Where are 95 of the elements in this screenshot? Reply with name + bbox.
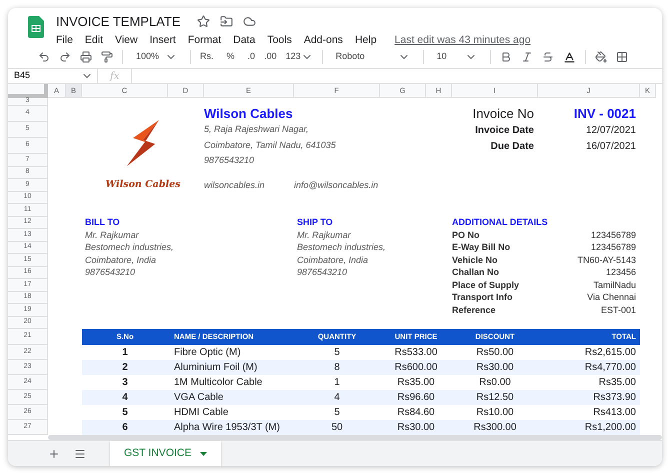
invoice-number: INV - 0021: [574, 105, 637, 124]
table-cell: 2: [82, 360, 168, 375]
invoice-field-label: Due Date: [490, 140, 535, 154]
invoice-number-label: Invoice No: [472, 105, 535, 124]
company-name: Wilson Cables: [204, 105, 294, 124]
all-sheets-icon[interactable]: [74, 448, 86, 460]
detail-label: Challan No: [452, 266, 500, 279]
company-phone: 9876543210: [204, 154, 256, 166]
fill-color-icon[interactable]: [594, 51, 607, 63]
table-cell: Rs30.00: [452, 360, 538, 375]
table-cell: 50: [294, 420, 380, 435]
ship-to-heading: SHIP TO: [296, 216, 334, 229]
detail-label: Place of Supply: [452, 278, 520, 292]
menu-item[interactable]: Data: [233, 32, 256, 48]
company-email: info@wilsoncables.in: [294, 178, 380, 192]
detail-label: E-Way Bill No: [452, 241, 512, 254]
menu-item[interactable]: File: [56, 32, 73, 48]
table-cell: Rs12.50: [452, 390, 538, 405]
currency-button[interactable]: Rs.: [200, 50, 214, 64]
table-cell: Alpha Wire 1953/3T (M): [168, 420, 294, 435]
table-cell: 8: [294, 360, 380, 375]
table-cell: 6: [82, 420, 168, 435]
bill-to-line: Coimbatore, India: [84, 254, 158, 266]
font-dropdown[interactable]: Roboto: [332, 50, 414, 64]
detail-label: PO No: [452, 228, 481, 242]
menu-item[interactable]: View: [115, 32, 138, 48]
company-address: Coimbatore, Tamil Nadu, 641035: [204, 139, 337, 152]
detail-value: 123456789: [590, 241, 637, 254]
menu-item[interactable]: Edit: [84, 32, 104, 48]
company-website: wilsoncables.in: [204, 178, 266, 192]
decrease-decimal-button[interactable]: .0: [248, 50, 256, 64]
print-icon[interactable]: [80, 51, 92, 63]
percent-button[interactable]: %: [222, 50, 239, 64]
ship-to-line: 9876543210: [296, 266, 348, 279]
table-cell: Aluminium Foil (M): [168, 360, 294, 375]
font-size-dropdown[interactable]: 10: [432, 50, 481, 64]
menu-item[interactable]: Insert: [150, 32, 176, 48]
bill-to-line: 9876543210: [84, 266, 136, 279]
name-box[interactable]: B45: [8, 69, 98, 83]
sheets-logo-icon[interactable]: [28, 16, 44, 38]
bill-to-line: Bestomech industries,: [84, 241, 175, 254]
additional-details-heading: ADDITIONAL DETAILS: [452, 216, 549, 229]
cloud-icon[interactable]: [242, 15, 256, 28]
document-title[interactable]: INVOICE TEMPLATE: [56, 12, 180, 32]
detail-value: TamilNadu: [593, 278, 637, 292]
star-icon[interactable]: [196, 15, 210, 28]
increase-decimal-button[interactable]: .00: [264, 50, 277, 64]
zoom-dropdown[interactable]: 100%: [132, 50, 182, 64]
detail-value: TN60-AY-5143: [577, 254, 637, 266]
italic-icon[interactable]: [520, 51, 533, 63]
bold-icon[interactable]: [500, 51, 512, 63]
caret-icon: [200, 452, 206, 456]
menu-item[interactable]: Format: [188, 32, 222, 48]
table-cell: VGA Cable: [168, 390, 294, 405]
folder-icon[interactable]: [220, 15, 232, 28]
bill-to-heading: BILL TO: [84, 216, 121, 229]
detail-value: Via Chennai: [587, 291, 637, 304]
menu-item[interactable]: Tools: [267, 32, 292, 48]
ship-to-line: Mr. Rajkumar: [296, 228, 352, 242]
last-edit-link[interactable]: Last edit was 43 minutes ago: [394, 32, 531, 48]
ship-to-line: Bestomech industries,: [296, 241, 387, 254]
ship-to-line: Coimbatore, India: [296, 254, 370, 266]
table-cell: Rs30.00: [380, 420, 452, 435]
borders-icon[interactable]: [616, 51, 628, 63]
logo-text: Wilson Cables: [106, 178, 180, 192]
text-color-icon[interactable]: [562, 50, 576, 64]
detail-value: 123456: [606, 266, 637, 279]
detail-value: EST-001: [600, 304, 637, 316]
bill-to-line: Mr. Rajkumar: [84, 228, 140, 242]
table-cell: Rs600.00: [380, 360, 452, 375]
table-cell: 4: [294, 390, 380, 405]
paint-format-icon[interactable]: [101, 51, 113, 63]
table-cell: Rs1,200.00: [538, 420, 640, 435]
invoice-field-label: Invoice Date: [475, 124, 535, 138]
menu-item[interactable]: Add-ons: [304, 32, 343, 48]
number-format-dropdown[interactable]: 123: [286, 50, 313, 64]
detail-value: 123456789: [590, 228, 637, 242]
horizontal-scrollbar[interactable]: [48, 435, 662, 440]
table-cell: Rs4,770.00: [538, 360, 640, 375]
redo-icon[interactable]: [59, 51, 71, 63]
strikethrough-icon[interactable]: [542, 51, 554, 63]
table-cell: Rs96.60: [380, 390, 452, 405]
table-cell: Rs300.00: [452, 420, 538, 435]
invoice-field-value: 16/07/2021: [586, 140, 637, 154]
detail-label: Reference: [452, 304, 497, 316]
detail-label: Transport Info: [452, 291, 514, 304]
menu-item[interactable]: Help: [354, 32, 377, 48]
table-cell: 4: [82, 390, 168, 405]
company-address: 5, Raja Rajeshwari Nagar,: [204, 123, 310, 136]
undo-icon[interactable]: [38, 51, 50, 63]
invoice-field-value: 12/07/2021: [586, 124, 637, 138]
sheet-tab[interactable]: GST INVOICE: [110, 441, 220, 466]
add-sheet-icon[interactable]: [48, 448, 60, 460]
detail-label: Vehicle No: [452, 254, 499, 266]
table-cell: Rs373.90: [538, 390, 640, 405]
